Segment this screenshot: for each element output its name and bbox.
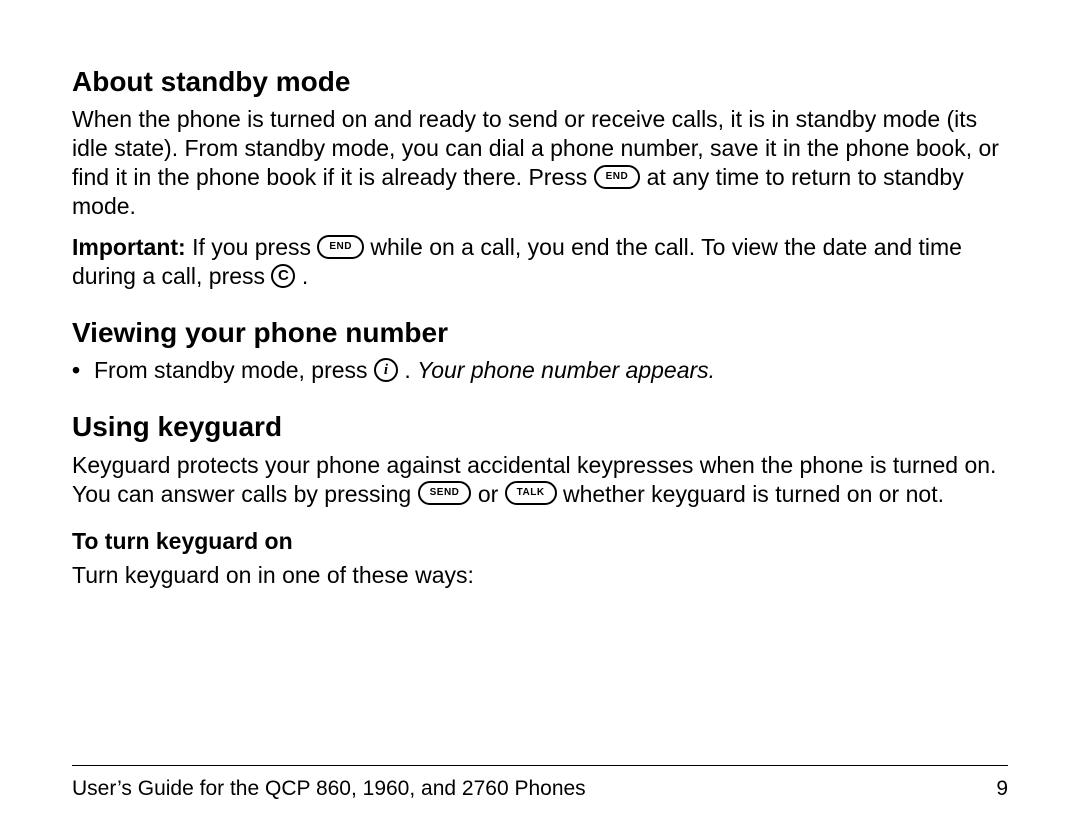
heading-viewing-number: Viewing your phone number (72, 315, 1008, 350)
send-key-icon: SEND (418, 481, 472, 505)
i-key-icon: i (374, 358, 398, 382)
page-footer: User’s Guide for the QCP 860, 1960, and … (72, 765, 1008, 802)
heading-about-standby: About standby mode (72, 64, 1008, 99)
footer-rule (72, 765, 1008, 766)
end-key-icon: END (317, 235, 364, 259)
text: whether keyguard is turned on or not. (563, 481, 944, 507)
list-item: From standby mode, press i . Your phone … (94, 356, 1008, 385)
text: . (398, 357, 417, 383)
important-label: Important: (72, 234, 186, 260)
end-key-icon: END (594, 165, 641, 189)
subheading-turn-keyguard-on: To turn keyguard on (72, 527, 1008, 556)
text: . (295, 263, 308, 289)
para-standby-intro: When the phone is turned on and ready to… (72, 105, 1008, 221)
para-keyguard-intro: Keyguard protects your phone against acc… (72, 451, 1008, 509)
text: If you press (186, 234, 318, 260)
heading-using-keyguard: Using keyguard (72, 409, 1008, 444)
para-important: Important: If you press END while on a c… (72, 233, 1008, 291)
page-number: 9 (996, 776, 1008, 802)
bullet-list: From standby mode, press i . Your phone … (72, 356, 1008, 385)
talk-key-icon: TALK (505, 481, 557, 505)
result-text: Your phone number appears. (417, 357, 715, 383)
para-keyguard-on: Turn keyguard on in one of these ways: (72, 561, 1008, 590)
c-key-icon: C (271, 264, 295, 288)
text: or (478, 481, 505, 507)
text: From standby mode, press (94, 357, 374, 383)
footer-title: User’s Guide for the QCP 860, 1960, and … (72, 776, 586, 802)
